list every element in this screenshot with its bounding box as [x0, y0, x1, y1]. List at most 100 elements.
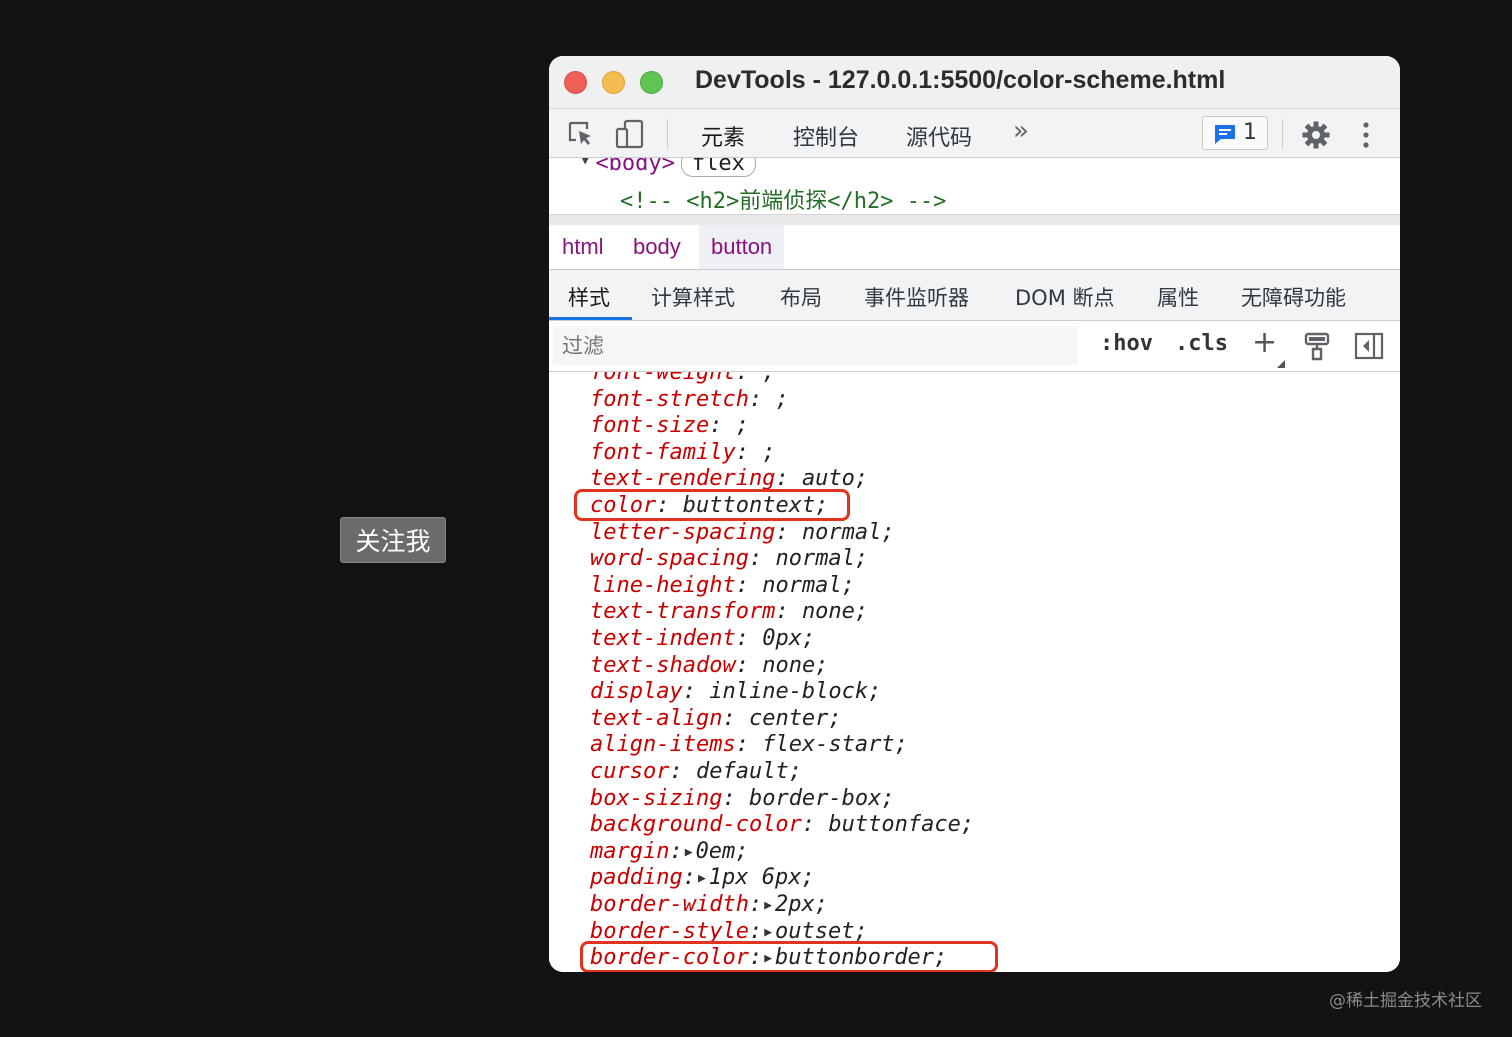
style-property-row[interactable]: font-family: ; — [590, 439, 775, 466]
property-value[interactable]: ; — [736, 413, 749, 438]
expand-triangle-icon[interactable]: ▶ — [685, 839, 693, 866]
style-property-row[interactable]: line-height: normal; — [590, 572, 855, 599]
property-value[interactable]: flex-start; — [762, 732, 908, 757]
property-name[interactable]: padding — [590, 865, 683, 890]
zoom-window-button[interactable] — [640, 71, 663, 94]
property-name[interactable]: line-height — [590, 573, 736, 598]
property-value[interactable]: ; — [762, 372, 775, 385]
subtab-accessibility[interactable]: 无障碍功能 — [1241, 282, 1346, 312]
gear-icon[interactable] — [1301, 120, 1331, 154]
breadcrumb-button[interactable]: button — [699, 225, 785, 269]
style-property-row[interactable]: text-shadow: none; — [590, 652, 828, 679]
property-name[interactable]: background-color — [590, 812, 802, 837]
inspect-element-icon[interactable] — [566, 119, 596, 153]
property-value[interactable]: auto; — [802, 466, 868, 491]
property-name[interactable]: text-rendering — [590, 466, 775, 491]
property-value[interactable]: normal; — [762, 573, 855, 598]
property-value[interactable]: default; — [696, 759, 802, 784]
property-value[interactable]: ; — [762, 440, 775, 465]
property-name[interactable]: margin — [590, 839, 669, 864]
subtab-styles[interactable]: 样式 — [568, 282, 610, 312]
more-options-icon[interactable] — [1361, 121, 1371, 153]
style-property-row[interactable]: font-weight: ; — [590, 372, 775, 386]
more-tabs-button[interactable]: » — [1013, 116, 1029, 146]
property-name[interactable]: text-indent — [590, 626, 736, 651]
property-value[interactable]: outset; — [775, 919, 868, 944]
property-value[interactable]: 1px 6px; — [709, 865, 815, 890]
style-property-row[interactable]: box-sizing: border-box; — [590, 785, 895, 812]
style-property-row[interactable]: font-size: ; — [590, 412, 749, 439]
expand-triangle-icon[interactable]: ▶ — [764, 892, 772, 919]
property-name[interactable]: letter-spacing — [590, 520, 775, 545]
property-value[interactable]: 2px; — [775, 892, 828, 917]
device-toolbar-icon[interactable] — [615, 119, 645, 153]
toggle-sidebar-icon[interactable] — [1354, 332, 1384, 364]
style-property-row[interactable]: letter-spacing: normal; — [590, 519, 895, 546]
property-value[interactable]: inline-block; — [709, 679, 881, 704]
property-name[interactable]: align-items — [590, 732, 736, 757]
property-name[interactable]: font-family — [590, 440, 736, 465]
property-value[interactable]: normal; — [775, 546, 868, 571]
filter-input[interactable] — [553, 326, 1078, 365]
style-property-row[interactable]: display: inline-block; — [590, 678, 881, 705]
breadcrumb-html[interactable]: html — [550, 225, 616, 269]
property-value[interactable]: 0px; — [762, 626, 815, 651]
subtab-computed[interactable]: 计算样式 — [651, 282, 735, 312]
property-name[interactable]: cursor — [590, 759, 669, 784]
toolbar-divider-2 — [1282, 119, 1283, 149]
style-property-row[interactable]: text-transform: none; — [590, 598, 868, 625]
property-name[interactable]: text-shadow — [590, 653, 736, 678]
tab-elements[interactable]: 元素 — [701, 120, 745, 152]
minimize-window-button[interactable] — [602, 71, 625, 94]
style-property-row[interactable]: border-width: ▶ 2px; — [590, 891, 828, 918]
subtab-dom-breakpoints[interactable]: DOM 断点 — [1015, 282, 1115, 312]
paint-brush-icon[interactable] — [1304, 331, 1330, 365]
issues-button[interactable]: 1 — [1202, 116, 1268, 150]
property-name[interactable]: font-size — [590, 413, 709, 438]
property-name[interactable]: font-weight — [590, 372, 736, 385]
expand-triangle-icon[interactable]: ▶ — [698, 865, 706, 892]
property-name[interactable]: border-style — [590, 919, 749, 944]
style-property-row[interactable]: margin: ▶ 0em; — [590, 838, 749, 865]
property-value[interactable]: none; — [762, 653, 828, 678]
subtab-event-listeners[interactable]: 事件监听器 — [864, 282, 969, 312]
style-property-row[interactable]: cursor: default; — [590, 758, 802, 785]
tab-sources[interactable]: 源代码 — [906, 120, 972, 152]
property-name[interactable]: display — [590, 679, 683, 704]
subtab-properties[interactable]: 属性 — [1157, 282, 1199, 312]
style-property-row[interactable]: padding: ▶ 1px 6px; — [590, 864, 815, 891]
property-name[interactable]: border-width — [590, 892, 749, 917]
style-property-row[interactable]: background-color: buttonface; — [590, 811, 974, 838]
style-property-row[interactable]: text-align: center; — [590, 705, 842, 732]
property-name[interactable]: word-spacing — [590, 546, 749, 571]
style-property-row[interactable]: word-spacing: normal; — [590, 545, 868, 572]
property-name[interactable]: font-stretch — [590, 387, 749, 412]
property-name[interactable]: box-sizing — [590, 786, 722, 811]
collapse-triangle-icon[interactable]: ▼ — [581, 158, 589, 168]
property-value[interactable]: border-box; — [749, 786, 895, 811]
property-value[interactable]: buttonface; — [828, 812, 974, 837]
property-value[interactable]: 0em; — [696, 839, 749, 864]
style-property-row[interactable]: text-indent: 0px; — [590, 625, 815, 652]
dom-comment-node[interactable]: <!-- <h2>前端侦探</h2> --> — [620, 183, 946, 214]
new-style-rule-button[interactable]: + — [1252, 325, 1277, 360]
panel-splitter[interactable] — [549, 214, 1400, 225]
tab-console[interactable]: 控制台 — [793, 120, 859, 152]
flex-badge[interactable]: flex — [680, 158, 756, 177]
property-value[interactable]: normal; — [802, 520, 895, 545]
subtab-layout[interactable]: 布局 — [780, 282, 822, 312]
dom-node-body[interactable]: ▼ <body> flex — [581, 158, 756, 177]
property-value[interactable]: none; — [802, 599, 868, 624]
follow-button[interactable]: 关注我 — [340, 517, 446, 563]
style-property-row[interactable]: font-stretch: ; — [590, 386, 789, 413]
property-colon: : — [669, 838, 683, 864]
style-property-row[interactable]: align-items: flex-start; — [590, 731, 908, 758]
property-value[interactable]: center; — [749, 706, 842, 731]
breadcrumb-body[interactable]: body — [621, 225, 693, 269]
property-name[interactable]: text-align — [590, 706, 722, 731]
close-window-button[interactable] — [564, 71, 587, 94]
property-value[interactable]: ; — [775, 387, 788, 412]
hov-toggle[interactable]: :hov — [1100, 331, 1153, 356]
cls-toggle[interactable]: .cls — [1175, 331, 1228, 356]
property-name[interactable]: text-transform — [590, 599, 775, 624]
